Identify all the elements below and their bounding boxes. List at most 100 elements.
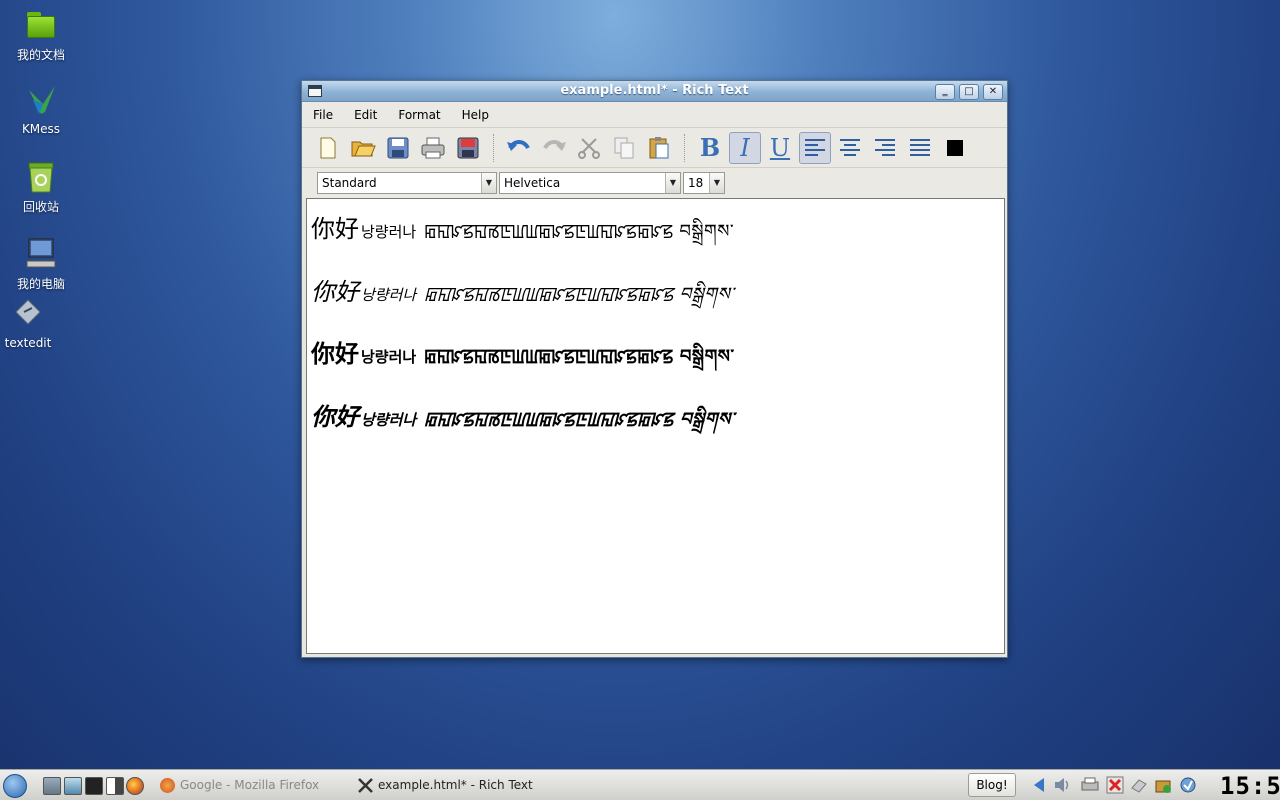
textedit-icon (8, 298, 48, 332)
align-right-icon (875, 138, 895, 156)
open-button[interactable] (347, 132, 379, 164)
clock: 15:57 (1220, 772, 1280, 800)
align-center-button[interactable] (834, 132, 866, 164)
save-button[interactable] (382, 132, 414, 164)
text-color-swatch-icon (947, 139, 963, 156)
close-button[interactable]: ✕ (983, 84, 1003, 100)
task-firefox[interactable]: Google - Mozilla Firefox (158, 773, 348, 798)
toolbar-separator (684, 133, 688, 162)
document-editor[interactable]: 你好 낭량러나 ꡂꡎꡜꡝꡎꡏꡇꡆꡆꡂꡜꡝꡇꡆꡎꡜꡝꡂꡜꡝ བསྒྲིགས་ 你好 낭량… (306, 198, 1005, 654)
print-button[interactable] (417, 132, 449, 164)
blog-button[interactable]: Blog! (968, 773, 1016, 797)
volume-icon[interactable] (1053, 776, 1071, 794)
redo-icon (543, 139, 566, 151)
printer-icon[interactable] (1081, 776, 1099, 794)
print-icon (421, 137, 445, 158)
maximize-button[interactable]: □ (959, 84, 979, 100)
font-size-value: 18 (688, 176, 704, 190)
paragraph-style-value: Standard (322, 176, 377, 190)
align-center-icon (840, 138, 860, 156)
script-text: ꡂꡎꡜꡝꡎꡏꡇꡆꡆꡂꡜꡝꡇꡆꡎꡜꡝꡂꡜꡝ བསྒྲིགས་ (424, 409, 735, 430)
bold-icon: B (699, 133, 721, 162)
task-label: example.html* - Rich Text (378, 778, 533, 792)
desktop-icon-textedit[interactable]: textedit (0, 298, 68, 350)
redo-button[interactable] (538, 132, 570, 164)
korean-text: 낭량러나 (361, 223, 417, 241)
align-right-button[interactable] (869, 132, 901, 164)
underline-button[interactable]: U (764, 132, 796, 164)
copy-icon (614, 137, 634, 158)
file-manager-icon[interactable] (64, 777, 82, 795)
font-family-select[interactable]: Helvetica ▼ (499, 172, 681, 194)
trash-icon (21, 160, 61, 194)
korean-text: 낭량러나 (361, 348, 417, 366)
paragraph-style-select[interactable]: Standard ▼ (317, 172, 497, 194)
script-text: ꡂꡎꡜꡝꡎꡏꡇꡆꡆꡂꡜꡝꡇꡆꡎꡜꡝꡂꡜꡝ བསྒྲིགས་ (424, 221, 735, 242)
x-app-icon (358, 778, 373, 793)
menu-file[interactable]: File (310, 106, 336, 124)
script-text: ꡂꡎꡜꡝꡎꡏꡇꡆꡆꡂꡜꡝꡇꡆꡎꡜꡝꡂꡜꡝ བསྒྲིགས་ (424, 284, 735, 305)
justify-button[interactable] (904, 132, 936, 164)
font-size-select[interactable]: 18 ▼ (683, 172, 725, 194)
toolbar-separator (493, 133, 497, 162)
back-arrow-icon[interactable] (1030, 776, 1048, 794)
chinese-text: 你好 (311, 339, 359, 368)
desktop-icon-my-documents[interactable]: 我的文档 (1, 8, 81, 63)
firefox-icon (160, 778, 175, 793)
package-update-icon[interactable] (1154, 776, 1172, 794)
italic-button[interactable]: I (729, 131, 761, 164)
folder-icon (21, 8, 61, 42)
cut-button[interactable] (573, 132, 605, 164)
export-pdf-button[interactable] (452, 132, 484, 164)
align-left-button[interactable] (799, 131, 831, 164)
kmess-tray-icon[interactable] (1179, 776, 1197, 794)
text-color-button[interactable] (939, 132, 971, 164)
font-family-value: Helvetica (504, 176, 561, 190)
menu-help[interactable]: Help (459, 106, 492, 124)
justify-icon (910, 138, 930, 156)
cut-icon (578, 137, 600, 159)
start-menu-icon[interactable] (3, 774, 27, 798)
chevron-down-icon[interactable]: ▼ (665, 173, 680, 193)
task-richtext[interactable]: example.html* - Rich Text (356, 773, 556, 798)
show-desktop-icon[interactable] (43, 777, 61, 795)
desktop-icon-trash[interactable]: 回收站 (1, 160, 81, 215)
menubar: File Edit Format Help (302, 102, 1007, 128)
paste-button[interactable] (643, 132, 675, 164)
undo-button[interactable] (503, 132, 535, 164)
desktop-icon-kmess[interactable]: KMess (1, 84, 81, 136)
chinese-text: 你好 (311, 278, 359, 306)
chevron-down-icon[interactable]: ▼ (481, 173, 496, 193)
toolbar: B I U (302, 128, 1007, 168)
minimize-button[interactable]: ‗ (935, 84, 955, 100)
script-text: ꡂꡎꡜꡝꡎꡏꡇꡆꡆꡂꡜꡝꡇꡆꡎꡜꡝꡂꡜꡝ བསྒྲིགས་ (424, 346, 735, 367)
export-pdf-icon (457, 137, 479, 158)
window-title: example.html* - Rich Text (560, 83, 749, 98)
copy-button[interactable] (608, 132, 640, 164)
kmess-icon (21, 84, 61, 118)
network-icon[interactable] (1130, 776, 1148, 794)
richtext-window: example.html* - Rich Text ‗ □ ✕ File Edi… (301, 80, 1008, 658)
task-label: Google - Mozilla Firefox (180, 778, 320, 792)
desktop-icon-label: 回收站 (22, 200, 59, 214)
bold-button[interactable]: B (694, 132, 726, 164)
desktop-icon-my-computer[interactable]: 我的电脑 (1, 237, 81, 292)
text-line: 你好 낭량러나 ꡂꡎꡜꡝꡎꡏꡇꡆꡆꡂꡜꡝꡇꡆꡎꡜꡝꡂꡜꡝ བསྒྲིགས་ (311, 272, 734, 325)
new-icon (320, 137, 336, 158)
menu-edit[interactable]: Edit (351, 106, 380, 124)
menu-format[interactable]: Format (395, 106, 443, 124)
desktop-icon-label: 我的文档 (16, 48, 65, 62)
terminal-icon[interactable] (85, 777, 103, 795)
korean-text: 낭량러나 (361, 411, 417, 429)
desktop-icon-label: textedit (4, 336, 52, 350)
alert-icon[interactable] (1106, 776, 1124, 794)
firefox-icon[interactable] (126, 777, 144, 795)
align-left-icon (805, 138, 825, 156)
window-titlebar[interactable]: example.html* - Rich Text ‗ □ ✕ (302, 81, 1007, 102)
chevron-down-icon[interactable]: ▼ (709, 173, 724, 193)
computer-icon (21, 237, 61, 271)
new-button[interactable] (312, 132, 344, 164)
korean-text: 낭량러나 (361, 286, 417, 304)
desktop-icon-label: 我的电脑 (16, 277, 65, 291)
pager-icon[interactable] (106, 777, 124, 795)
